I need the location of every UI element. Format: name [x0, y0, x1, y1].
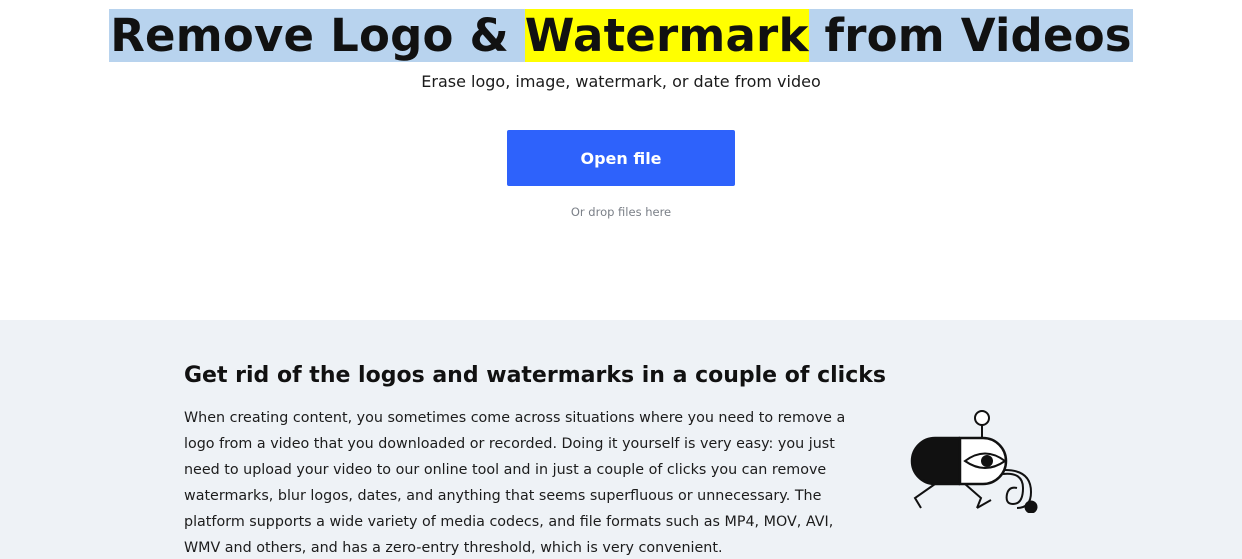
- hero-section: Remove Logo & Watermark from Videos Eras…: [0, 0, 1242, 320]
- title-part-1: Remove Logo &: [110, 9, 525, 62]
- drop-files-hint: Or drop files here: [570, 205, 672, 219]
- section-heading: Get rid of the logos and watermarks in a…: [184, 363, 886, 388]
- page-title: Remove Logo & Watermark from Videos: [0, 9, 1242, 62]
- title-highlight: Watermark: [524, 9, 809, 62]
- title-part-2: from Videos: [808, 9, 1132, 62]
- section-body-text: When creating content, you sometimes com…: [184, 410, 846, 556]
- selected-title-text: Remove Logo & Watermark from Videos: [109, 9, 1133, 62]
- open-file-button[interactable]: Open file: [507, 130, 735, 186]
- page-subtitle: Erase logo, image, watermark, or date fr…: [421, 72, 821, 91]
- walking-pill-robot-icon: [905, 408, 1045, 514]
- info-section: Get rid of the logos and watermarks in a…: [0, 320, 1242, 559]
